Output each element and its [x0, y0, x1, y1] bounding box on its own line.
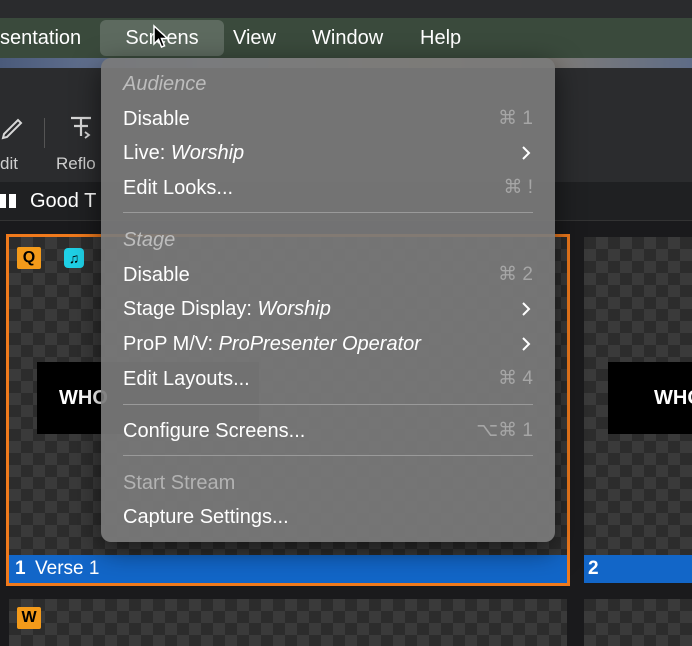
reflow-tool-label[interactable]: Reflo	[56, 154, 96, 174]
stage-disable-shortcut: ⌘ 2	[498, 264, 533, 285]
music-note-icon: ♫	[64, 248, 84, 268]
menu-item-edit-looks[interactable]: Edit Looks... ⌘ !	[101, 171, 555, 205]
menu-item-start-stream: Start Stream	[101, 466, 555, 500]
propmv-prefix: ProP M/V:	[123, 333, 219, 355]
menu-help[interactable]: Help	[420, 18, 461, 58]
slide-1-number: 1	[15, 558, 26, 579]
menu-item-edit-layouts[interactable]: Edit Layouts... ⌘ 4	[101, 362, 555, 396]
slide-1-label: Verse 1	[35, 558, 100, 579]
menu-item-stage-disable[interactable]: Disable ⌘ 2	[101, 258, 555, 292]
capture-settings-label: Capture Settings...	[123, 506, 289, 528]
group-title: Good T	[30, 190, 97, 212]
stage-display-value: Worship	[257, 298, 331, 320]
propmv-label: ProP M/V: ProPresenter Operator	[123, 327, 421, 361]
audience-disable-shortcut: ⌘ 1	[498, 108, 533, 129]
live-label: Live: Worship	[123, 136, 244, 170]
slide-4[interactable]	[584, 599, 692, 646]
configure-screens-shortcut: ⌥⌘ 1	[476, 420, 533, 441]
menu-window[interactable]: Window	[312, 18, 383, 58]
audience-header: Audience	[123, 73, 207, 95]
menu-item-configure-screens[interactable]: Configure Screens... ⌥⌘ 1	[101, 414, 555, 448]
chevron-right-icon	[522, 337, 531, 351]
slide-3[interactable]: W	[9, 599, 567, 646]
mouse-pointer-icon	[153, 24, 170, 48]
menu-item-live[interactable]: Live: Worship	[101, 136, 555, 170]
menu-presentation[interactable]: sentation	[0, 18, 81, 58]
menu-bar: sentation Screens View Window Help	[0, 18, 692, 58]
group-icon	[0, 194, 16, 208]
toolbar-separator	[44, 118, 45, 148]
edit-looks-shortcut: ⌘ !	[503, 177, 533, 198]
start-stream-label: Start Stream	[123, 472, 236, 494]
stage-display-label: Stage Display: Worship	[123, 292, 331, 326]
menu-section-stage: Stage	[101, 223, 555, 257]
edit-layouts-label: Edit Layouts...	[123, 368, 250, 390]
screens-menu: Audience Disable ⌘ 1 Live: Worship Edit …	[101, 58, 555, 542]
reflow-text-icon[interactable]	[68, 114, 94, 140]
menu-item-capture-settings[interactable]: Capture Settings...	[101, 500, 555, 534]
slide-1-badge: Q	[17, 247, 41, 269]
live-value: Worship	[170, 142, 245, 164]
stage-display-prefix: Stage Display:	[123, 298, 258, 320]
chevron-right-icon	[522, 302, 531, 316]
propmv-value: ProPresenter Operator	[218, 333, 421, 355]
slide-2-number: 2	[588, 558, 599, 579]
edit-layouts-shortcut: ⌘ 4	[498, 368, 533, 389]
menu-item-audience-disable[interactable]: Disable ⌘ 1	[101, 102, 555, 136]
stage-disable-label: Disable	[123, 264, 190, 286]
chevron-right-icon	[522, 146, 531, 160]
slide-2-text: WHO	[608, 362, 692, 434]
window-top-strip	[0, 0, 692, 18]
stage-header: Stage	[123, 229, 176, 251]
slide-1-label-bar: 1 Verse 1	[9, 555, 567, 583]
live-prefix: Live:	[123, 142, 171, 164]
menu-separator	[123, 212, 533, 213]
menu-separator	[123, 455, 533, 456]
pencil-icon[interactable]	[0, 114, 26, 140]
menu-item-propmv[interactable]: ProP M/V: ProPresenter Operator	[101, 327, 555, 361]
audience-disable-label: Disable	[123, 108, 190, 130]
menu-separator	[123, 404, 533, 405]
slide-3-badge: W	[17, 607, 41, 629]
edit-looks-label: Edit Looks...	[123, 177, 234, 199]
configure-screens-label: Configure Screens...	[123, 420, 306, 442]
slide-2-label-bar: 2	[584, 555, 692, 583]
slide-2[interactable]: WHO 2	[584, 237, 692, 583]
edit-tool-label[interactable]: dit	[0, 154, 18, 174]
menu-view[interactable]: View	[233, 18, 276, 58]
menu-section-audience: Audience	[101, 67, 555, 101]
menu-item-stage-display[interactable]: Stage Display: Worship	[101, 292, 555, 326]
